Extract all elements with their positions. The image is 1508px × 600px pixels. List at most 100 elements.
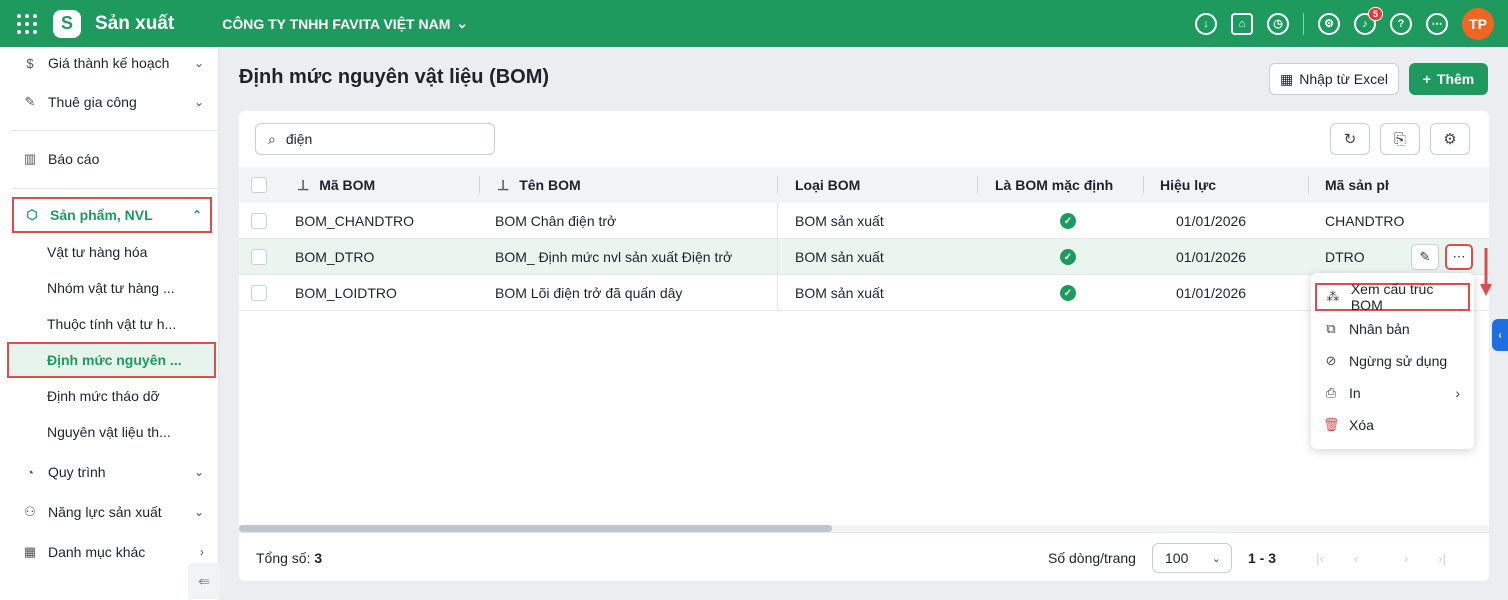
more-actions-button[interactable]: ⋯ xyxy=(1445,244,1473,270)
last-page-icon[interactable]: ›| xyxy=(1432,547,1452,569)
cell-bom-name: BOM Lõi điện trở đã quấn dây xyxy=(495,285,683,301)
process-icon: ◔ xyxy=(26,464,34,480)
apps-grid-icon[interactable] xyxy=(17,13,37,34)
row-checkbox[interactable] xyxy=(251,203,267,239)
sidebar-subitem-bom[interactable]: Định mức nguyên ... xyxy=(7,342,216,378)
add-button[interactable]: + Thêm xyxy=(1409,63,1488,95)
search-input[interactable] xyxy=(285,131,466,147)
menu-item-label: Xem cấu trúc BOM xyxy=(1350,281,1434,313)
search-icon: ⌕ xyxy=(268,130,276,147)
chevron-down-icon: ⌄ xyxy=(456,15,469,31)
edit-button[interactable]: ✎ xyxy=(1411,244,1439,270)
cell-effective: 01/01/2026 xyxy=(1176,285,1247,301)
warehouse-icon[interactable]: ⌂ xyxy=(1231,12,1253,35)
sidebar-item-reports[interactable]: ▥ Báo cáo xyxy=(12,141,212,177)
total-label: Tổng số: xyxy=(256,550,311,566)
cell-bom-code: BOM_LOIDTRO xyxy=(295,285,397,301)
sidebar-subitem-materials[interactable]: Vật tư hàng hóa xyxy=(12,234,212,270)
menu-item-print[interactable]: ⎙ In › xyxy=(1315,379,1470,407)
side-panel-toggle-icon[interactable]: ‹ xyxy=(1492,319,1508,351)
column-is-default[interactable]: Là BOM mặc định xyxy=(995,167,1113,203)
menu-item-label: In xyxy=(1349,385,1361,401)
sidebar-item-label: Năng lực sản xuất xyxy=(48,504,162,520)
chevron-down-icon: ⌄ xyxy=(193,56,204,70)
row-checkbox[interactable] xyxy=(251,275,267,311)
pin-icon: ⊥ xyxy=(297,176,310,193)
divider xyxy=(479,176,480,194)
chevron-down-icon: ⌄ xyxy=(193,95,204,109)
menu-item-view-bom-structure[interactable]: ⁂ Xem cấu trúc BOM xyxy=(1315,281,1470,313)
menu-item-deactivate[interactable]: ⊘ Ngừng sử dụng xyxy=(1315,347,1470,375)
sidebar-subitem-disassembly[interactable]: Định mức tháo dỡ xyxy=(12,378,212,414)
table-settings-button[interactable]: ⚙ xyxy=(1430,123,1470,155)
column-bom-code[interactable]: ⊥ Mã BOM xyxy=(297,167,375,203)
menu-item-delete[interactable]: 🗑 Xóa xyxy=(1315,411,1470,439)
default-check-icon: ✓ xyxy=(1060,239,1076,275)
collapse-sidebar-icon[interactable]: ⇚ xyxy=(188,563,220,599)
sidebar-item-other-catalogs[interactable]: ▦ Danh mục khác › xyxy=(12,534,212,570)
avatar[interactable]: TP xyxy=(1462,7,1494,40)
menu-item-duplicate[interactable]: ⧉ Nhân bản xyxy=(1315,315,1470,343)
sidebar-item-planned-cost[interactable]: $ Giá thành kế hoạch ⌄ xyxy=(12,45,212,81)
company-selector[interactable]: CÔNG TY TNHH FAVITA VIỆT NAM ⌄ xyxy=(222,15,468,32)
gear-icon: ⚙ xyxy=(1443,131,1457,148)
column-bom-type[interactable]: Loại BOM xyxy=(795,167,860,203)
select-all-checkbox[interactable] xyxy=(251,167,267,203)
price-tag-icon: $ xyxy=(26,55,34,71)
table-row[interactable]: BOM_CHANDTRO BOM Chân điện trở BOM sản x… xyxy=(239,203,1489,239)
chevron-right-icon: › xyxy=(1455,385,1460,401)
menu-item-label: Ngừng sử dụng xyxy=(1349,353,1448,369)
rows-per-page-value: 100 xyxy=(1165,550,1189,566)
table-header: ⊥ Mã BOM ⊥ Tên BOM Loại BOM Là BOM mặc địn… xyxy=(239,167,1489,203)
page-title: Định mức nguyên vật liệu (BOM) xyxy=(239,66,550,88)
annotation-arrow-icon xyxy=(1480,248,1492,296)
sidebar-item-label: Sản phẩm, NVL xyxy=(50,207,153,223)
excel-table-icon: ▦ xyxy=(1280,70,1294,87)
import-excel-button[interactable]: ▦ Nhập từ Excel xyxy=(1269,63,1399,95)
cell-bom-type: BOM sản xuất xyxy=(795,213,884,229)
bell-icon[interactable]: ♪ 5 xyxy=(1354,6,1383,35)
table-row[interactable]: BOM_DTRO BOM_ Định mức nvl sản xuất Điện… xyxy=(239,239,1489,275)
horizontal-scrollbar[interactable] xyxy=(239,525,1489,532)
gear-icon[interactable]: ⚙ xyxy=(1318,12,1340,35)
column-product-code[interactable]: Mã sản ph xyxy=(1325,167,1389,203)
sidebar-item-label: Báo cáo xyxy=(48,151,100,167)
export-button[interactable]: ⎘ xyxy=(1380,123,1420,155)
sidebar-item-label: Danh mục khác xyxy=(48,544,146,560)
sidebar-subitem-material-groups[interactable]: Nhóm vật tư hàng ... xyxy=(12,270,212,306)
cell-bom-name: BOM Chân điện trở xyxy=(495,213,617,229)
next-page-icon[interactable]: › xyxy=(1396,547,1416,569)
company-name: CÔNG TY TNHH FAVITA VIỆT NAM xyxy=(222,15,451,32)
divider xyxy=(12,130,218,131)
sidebar-item-capacity[interactable]: ⚇ Năng lực sản xuất ⌄ xyxy=(12,494,212,530)
scrollbar-thumb[interactable] xyxy=(239,525,832,532)
sidebar-item-outsourcing[interactable]: ✎ Thuê gia công ⌄ xyxy=(12,84,212,120)
divider xyxy=(1143,176,1144,194)
cell-effective: 01/01/2026 xyxy=(1176,249,1247,265)
column-effective[interactable]: Hiệu lực xyxy=(1160,167,1216,203)
cell-bom-code: BOM_DTRO xyxy=(295,249,375,265)
sidebar-item-process[interactable]: ◔ Quy trình ⌄ xyxy=(12,454,212,490)
alarm-clock-icon[interactable]: ◷ xyxy=(1267,12,1289,35)
table-row[interactable]: BOM_LOIDTRO BOM Lõi điện trở đã quấn dây… xyxy=(239,275,1489,311)
bom-table-card: ⌕ ↻ ⎘ ⚙ ⊥ Mã BOM ⊥ Tên BOM Loại BOM Là BOM… xyxy=(239,111,1489,581)
hierarchy-icon: ⁂ xyxy=(1326,289,1340,304)
search-box[interactable]: ⌕ xyxy=(255,123,495,155)
help-icon[interactable]: ? xyxy=(1390,12,1412,35)
default-check-icon: ✓ xyxy=(1060,275,1076,311)
notification-badge: 5 xyxy=(1367,6,1383,21)
more-icon[interactable]: ⋯ xyxy=(1426,12,1448,35)
bar-chart-icon: ▥ xyxy=(23,151,37,166)
sidebar-subitem-material-attributes[interactable]: Thuộc tính vật tư h... xyxy=(12,306,212,342)
download-icon[interactable]: ↓ xyxy=(1195,12,1217,35)
copy-icon: ⧉ xyxy=(1326,321,1336,336)
column-bom-name[interactable]: ⊥ Tên BOM xyxy=(497,167,581,203)
sidebar-subitem-raw-materials[interactable]: Nguyên vật liệu th... xyxy=(12,414,212,450)
rows-per-page-select[interactable]: 100 ⌄ xyxy=(1152,543,1232,573)
prev-page-icon[interactable]: ‹ xyxy=(1346,547,1366,569)
row-checkbox[interactable] xyxy=(251,239,267,275)
page-range: 1 - 3 xyxy=(1248,550,1277,566)
sidebar-item-products[interactable]: ⬡ Sản phẩm, NVL ⌃ xyxy=(12,197,212,233)
first-page-icon[interactable]: |‹ xyxy=(1310,547,1330,569)
refresh-button[interactable]: ↻ xyxy=(1330,123,1370,155)
